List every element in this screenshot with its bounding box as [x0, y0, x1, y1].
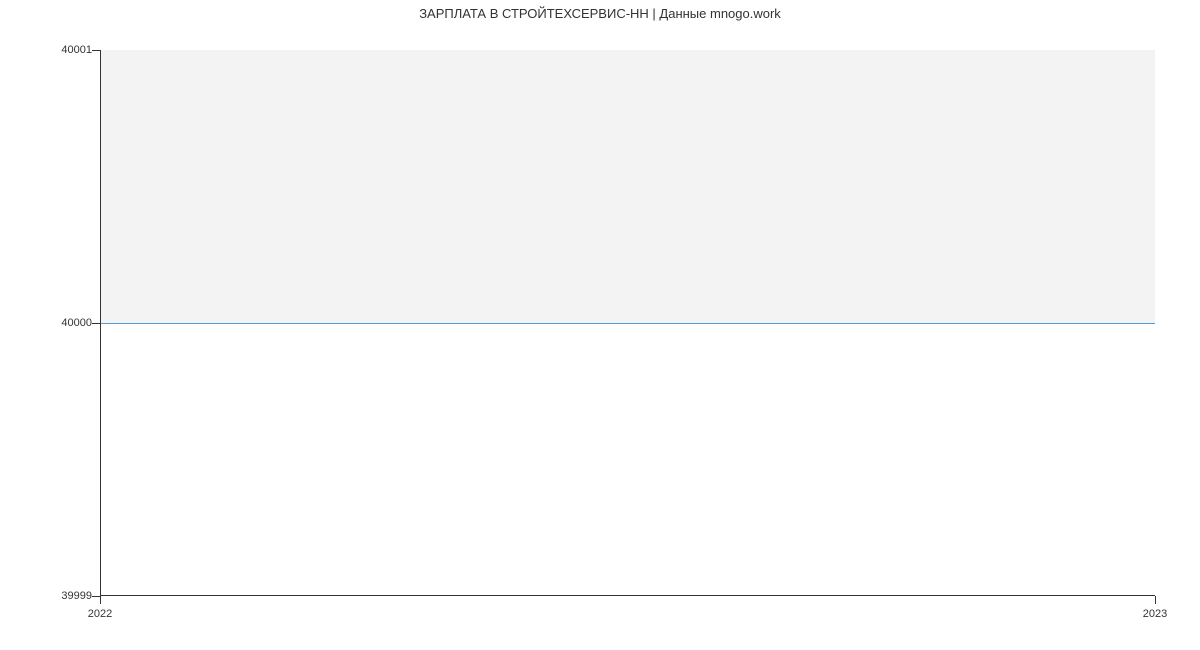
chart-title: ЗАРПЛАТА В СТРОЙТЕХСЕРВИС-НН | Данные mn…: [0, 0, 1200, 21]
x-tick: [1155, 596, 1156, 604]
x-tick: [100, 596, 101, 604]
plot-area: [100, 50, 1155, 596]
y-tick: [92, 50, 100, 51]
chart-container: ЗАРПЛАТА В СТРОЙТЕХСЕРВИС-НН | Данные mn…: [0, 0, 1200, 650]
x-tick-label: 2023: [1143, 608, 1167, 620]
x-tick-label: 2022: [88, 608, 112, 620]
y-tick-label: 39999: [61, 590, 92, 602]
y-tick-label: 40000: [61, 317, 92, 329]
y-tick-label: 40001: [61, 44, 92, 56]
series-line: [101, 323, 1155, 324]
y-tick: [92, 596, 100, 597]
y-tick: [92, 323, 100, 324]
area-fill: [101, 50, 1155, 323]
